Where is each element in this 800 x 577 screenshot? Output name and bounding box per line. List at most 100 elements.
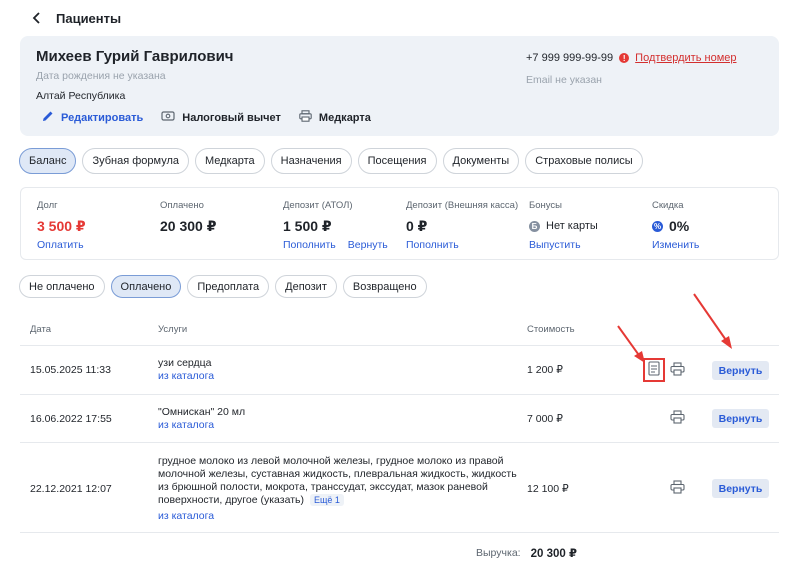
issue-card-link[interactable]: Выпустить <box>529 239 581 251</box>
debt-value: 3 500 ₽ <box>37 217 86 234</box>
service-line: из брюшной полости, мокрота, транссудат,… <box>158 481 488 493</box>
header-date: Дата <box>30 324 52 335</box>
row-service: грудное молоко из левой молочной железы,… <box>158 455 518 523</box>
table-row: 22.12.2021 12:07 грудное молоко из левой… <box>20 443 779 533</box>
edit-label: Редактировать <box>61 111 144 124</box>
row-date: 16.06.2022 17:55 <box>30 413 112 425</box>
header-cost: Стоимость <box>527 324 575 335</box>
bonus-label: Бонусы <box>529 200 562 211</box>
deposit-ext-topup-link[interactable]: Пополнить <box>406 239 459 251</box>
revenue-label: Выручка: <box>476 547 521 559</box>
summary-bonus: Бонусы Б Нет карты Выпустить <box>529 200 598 251</box>
service-name: "Омнискан" 20 мл <box>158 406 246 418</box>
deposit-ext-value: 0 ₽ <box>406 217 428 234</box>
tab-balance[interactable]: Баланс <box>19 148 77 174</box>
row-cost: 7 000 ₽ <box>527 413 563 425</box>
service-line: молочной железы, суставная жидкость, пле… <box>158 468 517 480</box>
patient-name: Михеев Гурий Гаврилович <box>36 48 234 65</box>
percent-icon: % <box>652 220 663 232</box>
tab-prescriptions[interactable]: Назначения <box>270 148 352 174</box>
table-row: 15.05.2025 11:33 узи сердца из каталога … <box>20 346 779 395</box>
show-more-link[interactable]: Ещё 1 <box>309 494 344 506</box>
page-title: Пациенты <box>56 10 122 26</box>
pencil-icon <box>42 110 54 125</box>
tab-visits[interactable]: Посещения <box>357 148 437 174</box>
medcard-label: Медкарта <box>318 111 371 124</box>
catalog-link[interactable]: из каталога <box>158 510 518 523</box>
filter-paid[interactable]: Оплачено <box>110 275 182 298</box>
paid-label: Оплачено <box>160 200 204 211</box>
catalog-link[interactable]: из каталога <box>158 370 214 383</box>
tab-documents[interactable]: Документы <box>442 148 520 174</box>
table-header: Дата Услуги Стоимость <box>20 312 779 346</box>
balance-summary: Долг 3 500 ₽ Оплатить Оплачено 20 300 ₽ … <box>20 187 779 260</box>
deposit-ext-label: Депозит (Внешняя касса) <box>406 200 519 211</box>
patient-card: Михеев Гурий Гаврилович Дата рождения не… <box>20 36 779 136</box>
summary-debt: Долг 3 500 ₽ Оплатить <box>37 200 86 251</box>
tab-insurance[interactable]: Страховые полисы <box>525 148 643 174</box>
bonus-value: Нет карты <box>546 220 598 232</box>
change-discount-link[interactable]: Изменить <box>652 239 699 251</box>
edit-button[interactable]: Редактировать <box>42 110 143 125</box>
deposit-topup-link[interactable]: Пополнить <box>283 239 336 251</box>
row-date: 15.05.2025 11:33 <box>30 364 111 376</box>
printer-icon <box>669 361 685 379</box>
chevron-left-icon[interactable] <box>30 11 44 25</box>
deposit-atol-label: Депозит (АТОЛ) <box>283 200 353 211</box>
paid-value: 20 300 ₽ <box>160 217 217 234</box>
top-bar: Пациенты <box>30 8 121 28</box>
deposit-return-link[interactable]: Вернуть <box>348 239 388 251</box>
pay-link[interactable]: Оплатить <box>37 239 84 251</box>
alert-icon: ! <box>619 53 630 63</box>
discount-value: 0% <box>669 218 690 234</box>
summary-deposit-atol: Депозит (АТОЛ) 1 500 ₽ Пополнить Вернуть <box>283 200 388 251</box>
printer-icon <box>669 479 685 497</box>
print-button[interactable] <box>668 409 686 427</box>
printer-icon <box>669 409 685 427</box>
tax-deduction-button[interactable]: Налоговый вычет <box>161 110 281 125</box>
summary-paid: Оплачено 20 300 ₽ <box>160 200 216 235</box>
filter-prepayment[interactable]: Предоплата <box>187 275 270 298</box>
service-line-text: поверхности, другое (указать) <box>158 494 304 506</box>
revenue-total: Выручка: 20 300 ₽ <box>476 546 577 560</box>
payment-filters: Не оплачено Оплачено Предоплата Депозит … <box>19 275 427 298</box>
return-button[interactable]: Вернуть <box>712 479 769 498</box>
receipt-document-button[interactable] <box>643 358 665 382</box>
receipt-icon <box>161 110 175 125</box>
patient-region: Алтай Республика <box>36 90 126 102</box>
phone-number: +7 999 999-99-99 <box>526 52 614 64</box>
document-icon <box>648 361 660 379</box>
revenue-value: 20 300 ₽ <box>530 548 577 560</box>
deposit-atol-value: 1 500 ₽ <box>283 217 332 234</box>
summary-discount: Скидка % 0% Изменить <box>652 200 699 251</box>
filter-unpaid[interactable]: Не оплачено <box>19 275 105 298</box>
summary-deposit-external: Депозит (Внешняя касса) 0 ₽ Пополнить <box>406 200 518 251</box>
service-line: грудное молоко из левой молочной железы,… <box>158 455 504 467</box>
medcard-button[interactable]: Медкарта <box>299 110 371 125</box>
catalog-link[interactable]: из каталога <box>158 419 245 432</box>
print-button[interactable] <box>668 361 686 379</box>
confirm-phone-link[interactable]: Подтвердить номер <box>635 52 736 64</box>
row-service: "Омнискан" 20 мл из каталога <box>158 406 245 432</box>
return-button[interactable]: Вернуть <box>712 361 769 380</box>
service-name: узи сердца <box>158 357 212 369</box>
bonus-icon: Б <box>529 220 540 232</box>
filter-returned[interactable]: Возвращено <box>342 275 427 298</box>
print-button[interactable] <box>668 479 686 497</box>
patient-dob: Дата рождения не указана <box>36 70 166 82</box>
patient-actions: Редактировать Налоговый вычет Медкарта <box>42 110 371 125</box>
tab-medcard[interactable]: Медкарта <box>195 148 265 174</box>
filter-deposit[interactable]: Депозит <box>275 275 337 298</box>
tab-dental-formula[interactable]: Зубная формула <box>82 148 189 174</box>
row-cost: 1 200 ₽ <box>527 364 563 376</box>
contact-block: +7 999 999-99-99 ! Подтвердить номер Ema… <box>526 52 737 86</box>
printer-icon <box>299 110 312 125</box>
return-button[interactable]: Вернуть <box>712 409 769 428</box>
debt-label: Долг <box>37 200 58 211</box>
service-line: поверхности, другое (указать) Ещё 1 <box>158 494 518 507</box>
discount-label: Скидка <box>652 200 684 211</box>
row-date: 22.12.2021 12:07 <box>30 483 112 495</box>
row-service: узи сердца из каталога <box>158 357 214 383</box>
table-row: 16.06.2022 17:55 "Омнискан" 20 мл из кат… <box>20 395 779 443</box>
tax-deduction-label: Налоговый вычет <box>182 111 281 124</box>
